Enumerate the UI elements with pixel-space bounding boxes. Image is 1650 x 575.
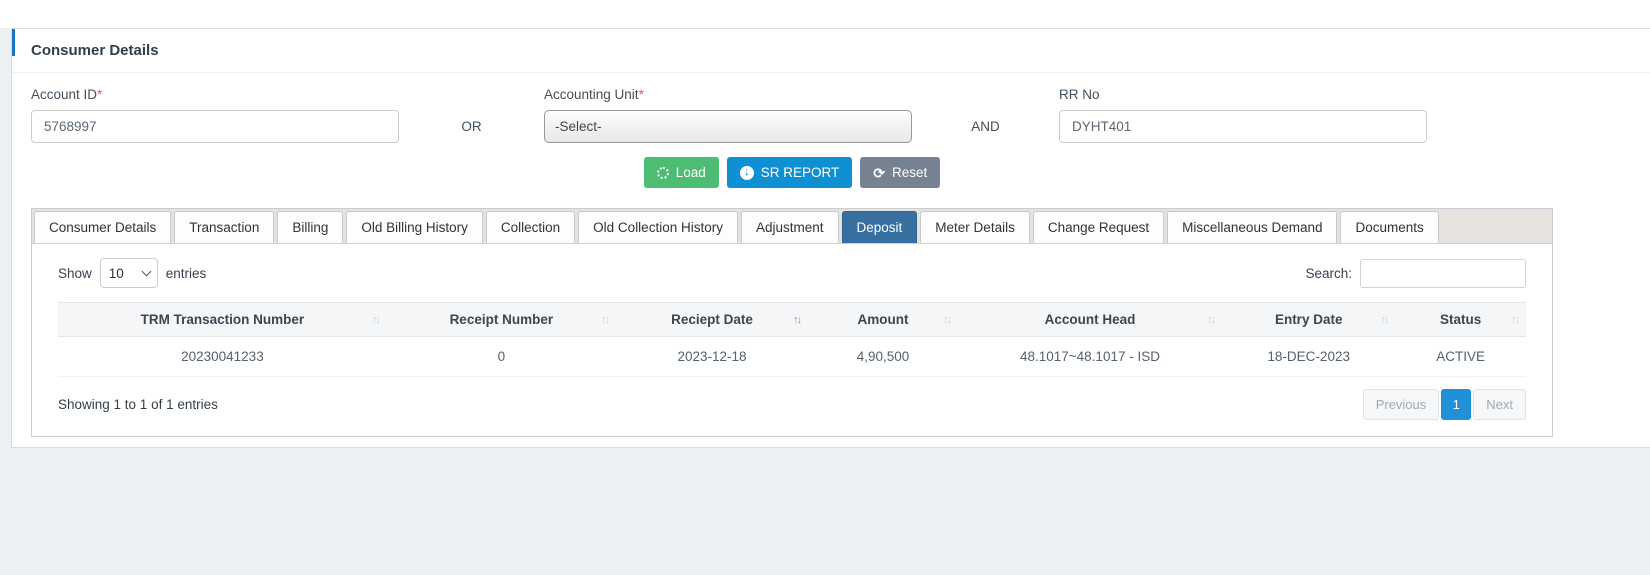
tab-adjustment[interactable]: Adjustment — [740, 211, 839, 243]
table-footer: Showing 1 to 1 of 1 entries Previous 1 N… — [58, 389, 1526, 420]
tab-meter-details[interactable]: Meter Details — [920, 211, 1030, 243]
account-id-input[interactable] — [31, 110, 399, 143]
search-label: Search: — [1305, 265, 1352, 281]
rr-no-label: RR No — [1059, 87, 1100, 102]
table-row: 20230041233 0 2023-12-18 4,90,500 48.1017~48… — [58, 336, 1526, 377]
column-header-trm-transaction-number[interactable]: TRM Transaction Number ↑↓ — [58, 302, 387, 337]
search-control: Search: — [1305, 258, 1526, 288]
and-label: AND — [971, 119, 1000, 134]
deposit-table: TRM Transaction Number ↑↓ Receipt Number ↑↓… — [58, 302, 1526, 377]
sort-icon[interactable]: ↑↓ — [1207, 314, 1216, 326]
card-header: Consumer Details — [12, 29, 1650, 73]
page-length-control: Show 10 entries — [58, 258, 206, 288]
sort-icon[interactable]: ↑↓ — [793, 314, 802, 326]
required-asterisk: * — [97, 87, 103, 102]
column-header-account-head[interactable]: Account Head ↑↓ — [957, 302, 1223, 337]
tab-change-request[interactable]: Change Request — [1032, 211, 1165, 243]
tab-bar: Consumer Details Transaction Billing Old Bi… — [32, 209, 1552, 244]
tab-old-collection-history[interactable]: Old Collection History — [578, 211, 738, 243]
table-cell: 4,90,500 — [808, 336, 958, 377]
column-header-entry-date[interactable]: Entry Date ↑↓ — [1222, 302, 1396, 337]
sort-icon[interactable]: ↑↓ — [1511, 314, 1520, 326]
tab-consumer-details[interactable]: Consumer Details — [34, 211, 172, 243]
deposit-tab-content: Show 10 entries Search: TRM Transaction … — [32, 244, 1552, 436]
account-id-label: Account ID* — [31, 87, 103, 102]
next-page-button[interactable]: Next — [1473, 389, 1526, 420]
column-header-reciept-date[interactable]: Reciept Date ↑↓ — [615, 302, 809, 337]
table-cell: 20230041233 — [58, 336, 387, 377]
tab-collection[interactable]: Collection — [485, 211, 576, 243]
tab-billing[interactable]: Billing — [277, 211, 344, 243]
loading-spinner-icon — [656, 166, 669, 179]
table-controls: Show 10 entries Search: — [58, 258, 1526, 288]
table-cell: 0 — [386, 336, 616, 377]
page-length-select[interactable]: 10 — [99, 258, 158, 288]
table-cell: 18-DEC-2023 — [1222, 336, 1396, 377]
consumer-details-card: Consumer Details Account ID* OR Accounti… — [11, 28, 1650, 448]
sr-report-button[interactable]: ↓ SR REPORT — [726, 157, 853, 188]
sort-icon[interactable]: ↑↓ — [943, 314, 952, 326]
search-input[interactable] — [1360, 258, 1526, 288]
tab-transaction[interactable]: Transaction — [174, 211, 275, 243]
sort-icon[interactable]: ↑↓ — [1380, 314, 1389, 326]
table-header-row: TRM Transaction Number ↑↓ Receipt Number ↑↓… — [58, 302, 1526, 337]
or-label: OR — [461, 119, 482, 134]
column-header-amount[interactable]: Amount ↑↓ — [808, 302, 958, 337]
tab-documents[interactable]: Documents — [1340, 211, 1439, 243]
accounting-unit-label: Accounting Unit* — [544, 87, 644, 102]
show-label: Show — [58, 265, 92, 281]
reset-button[interactable]: ⟳ Reset — [860, 157, 941, 188]
tab-panel: Consumer Details Transaction Billing Old Bi… — [31, 208, 1553, 437]
top-whitespace-bar — [0, 0, 1650, 28]
accent-bar — [12, 29, 15, 56]
page-number-button[interactable]: 1 — [1441, 389, 1472, 420]
download-circle-icon: ↓ — [739, 165, 754, 180]
entries-label: entries — [165, 265, 207, 281]
load-button[interactable]: Load — [643, 157, 719, 188]
rr-no-input[interactable] — [1059, 110, 1427, 143]
sort-icon[interactable]: ↑↓ — [372, 314, 381, 326]
table-cell: 48.1017~48.1017 - ISD — [957, 336, 1223, 377]
pagination: Previous 1 Next — [1362, 389, 1526, 420]
entries-info: Showing 1 to 1 of 1 entries — [58, 397, 218, 412]
previous-page-button[interactable]: Previous — [1362, 389, 1440, 420]
search-form: Account ID* OR Accounting Unit* -Select-… — [31, 73, 1631, 143]
accounting-unit-field-group: Accounting Unit* -Select- — [544, 87, 912, 143]
rr-no-field-group: RR No — [1059, 87, 1427, 143]
column-header-status[interactable]: Status ↑↓ — [1395, 302, 1526, 337]
column-header-receipt-number[interactable]: Receipt Number ↑↓ — [386, 302, 616, 337]
required-asterisk: * — [638, 87, 644, 102]
table-body: 20230041233 0 2023-12-18 4,90,500 48.1017~48… — [58, 336, 1526, 377]
accounting-unit-select[interactable]: -Select- — [544, 110, 912, 143]
sort-icon[interactable]: ↑↓ — [601, 314, 610, 326]
account-id-field-group: Account ID* — [31, 87, 399, 143]
tab-miscellaneous-demand[interactable]: Miscellaneous Demand — [1167, 211, 1338, 243]
page-title: Consumer Details — [31, 42, 159, 59]
table-cell: ACTIVE — [1395, 336, 1526, 377]
action-buttons: Load ↓ SR REPORT ⟳ Reset — [31, 157, 1553, 188]
tab-deposit[interactable]: Deposit — [841, 211, 918, 243]
refresh-icon: ⟳ — [873, 164, 885, 181]
table-cell: 2023-12-18 — [615, 336, 809, 377]
tab-old-billing-history[interactable]: Old Billing History — [346, 211, 483, 243]
